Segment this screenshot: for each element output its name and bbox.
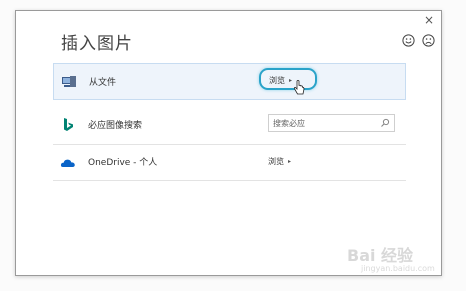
row-onedrive[interactable]: OneDrive - 个人 浏览 ▸ [53,145,406,181]
hand-cursor-icon [294,80,305,95]
chevron-right-icon: ▸ [288,158,292,165]
frown-icon[interactable] [422,34,435,47]
browse-button-onedrive[interactable]: 浏览 ▸ [268,156,291,167]
watermark-url: jingyan.baidu.com [361,264,435,273]
smiley-icon[interactable] [402,34,415,47]
bing-icon [64,118,73,131]
browse-label: 浏览 [269,76,285,85]
search-icon[interactable] [380,118,390,128]
browse-label: 浏览 [268,157,284,166]
row-label-from-file: 从文件 [89,78,117,88]
chevron-right-icon: ▸ [289,77,293,84]
row-from-file[interactable]: 从文件 浏览 ▸ [53,63,406,100]
bing-search-box [268,114,395,132]
computer-icon [62,76,76,87]
browse-button-file[interactable]: 浏览 ▸ [269,75,292,86]
row-bing-image-search: 必应图像搜索 [53,107,406,145]
onedrive-cloud-icon [60,159,75,167]
row-label-onedrive: OneDrive - 个人 [88,158,158,168]
dialog-title: 插入图片 [61,34,133,54]
close-button[interactable]: × [424,13,434,27]
bing-search-input[interactable] [269,115,378,131]
baidu-watermark: Bai 经验 jingyan.baidu.com [347,236,457,280]
watermark-text: Bai 经验 [347,246,414,265]
row-label-bing: 必应图像搜索 [88,121,143,131]
